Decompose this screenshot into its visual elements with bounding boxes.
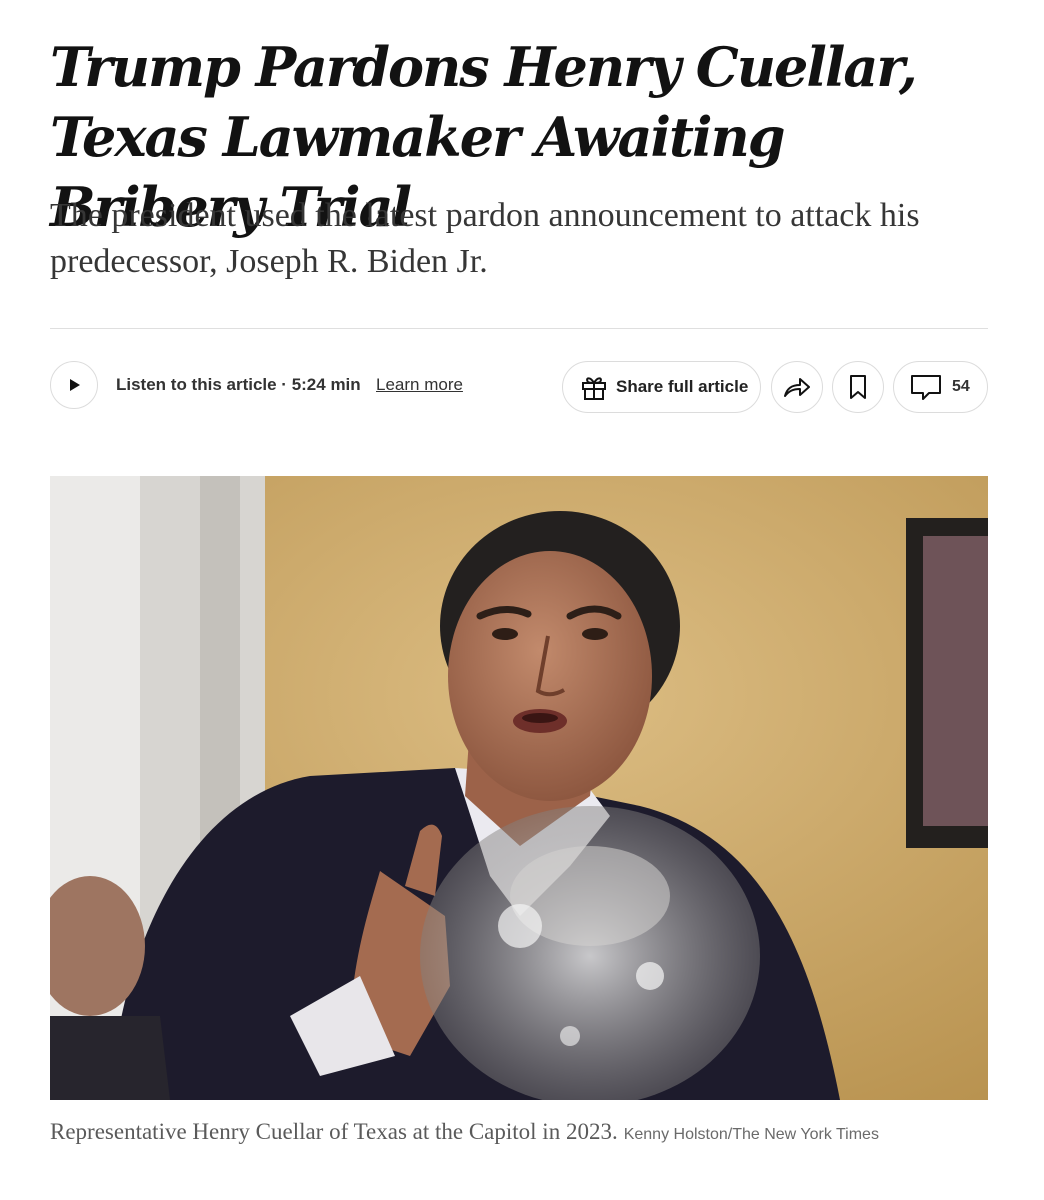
article-summary: The president used the latest pardon ann… (50, 197, 920, 280)
play-audio-button[interactable] (50, 361, 98, 409)
photo-caption: Representative Henry Cuellar of Texas at… (50, 1119, 618, 1144)
save-bookmark-button[interactable] (832, 361, 884, 413)
play-icon (70, 379, 80, 391)
share-button[interactable] (771, 361, 823, 413)
learn-more-link[interactable]: Learn more (376, 375, 463, 395)
bookmark-icon (850, 375, 866, 399)
listen-label: Listen to this article · 5:24 min (116, 375, 361, 394)
photo-credit: Kenny Holston/The New York Times (623, 1126, 879, 1143)
comment-icon (911, 375, 941, 400)
divider (50, 328, 988, 329)
photo-caption-block: Representative Henry Cuellar of Texas at… (50, 1116, 950, 1151)
comment-count: 54 (952, 378, 970, 395)
gift-icon (582, 377, 606, 400)
share-full-article-button[interactable]: Share full article (562, 361, 761, 413)
article-photo (50, 476, 988, 1100)
share-arrow-icon (784, 378, 810, 397)
share-full-article-label: Share full article (616, 377, 749, 396)
comments-button[interactable]: 54 (893, 361, 988, 413)
